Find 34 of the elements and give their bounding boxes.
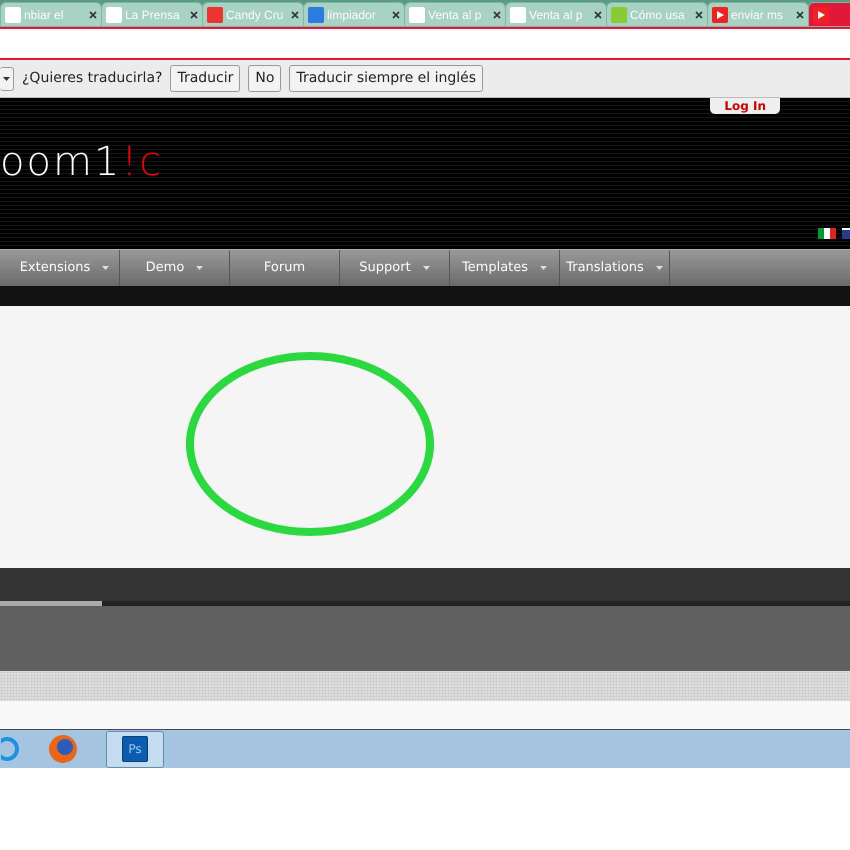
tab-close-icon[interactable] [796, 10, 804, 18]
tab-favicon-icon [308, 6, 324, 22]
nav-item[interactable]: Translations [566, 258, 644, 278]
address-bar[interactable] [0, 27, 850, 60]
tab-favicon-icon [5, 6, 21, 22]
tab-favicon-icon [813, 6, 829, 22]
tab-favicon-icon [510, 6, 526, 22]
tab-favicon-icon [712, 6, 728, 22]
tab-favicon-icon [611, 6, 627, 22]
translate-button[interactable]: Traducir [170, 65, 240, 92]
taskbar-app-icon[interactable]: Ps [106, 730, 164, 768]
nav-item[interactable]: Demo [146, 258, 184, 278]
tab-close-icon[interactable] [695, 10, 703, 18]
tab-close-icon[interactable] [594, 10, 602, 18]
nav-item[interactable]: Forum [264, 258, 306, 278]
tab-close-icon[interactable] [493, 10, 501, 18]
tab-close-icon[interactable] [291, 10, 299, 18]
tab-close-icon[interactable] [89, 10, 97, 18]
tab-close-icon[interactable] [392, 10, 400, 18]
translate-prompt: ¿Quieres traducirla? [22, 69, 162, 88]
translate-button[interactable]: No [248, 65, 282, 92]
italian-flag-icon[interactable] [818, 228, 836, 239]
tab-favicon-icon [106, 6, 122, 22]
translate-button[interactable]: Traducir siempre el inglés [289, 65, 484, 92]
login-button[interactable]: Log In [710, 98, 780, 114]
tab-favicon-icon [409, 6, 425, 22]
language-dropdown[interactable] [0, 66, 14, 90]
nav-item[interactable]: Support [359, 258, 411, 278]
tab-close-icon[interactable] [190, 10, 198, 18]
british-flag-icon[interactable] [842, 228, 850, 239]
nav-item[interactable]: Templates [462, 258, 528, 278]
site-logo[interactable]: oom1!c [0, 142, 850, 182]
nav-item[interactable]: Extensions [20, 258, 90, 278]
tab-favicon-icon [207, 6, 223, 22]
